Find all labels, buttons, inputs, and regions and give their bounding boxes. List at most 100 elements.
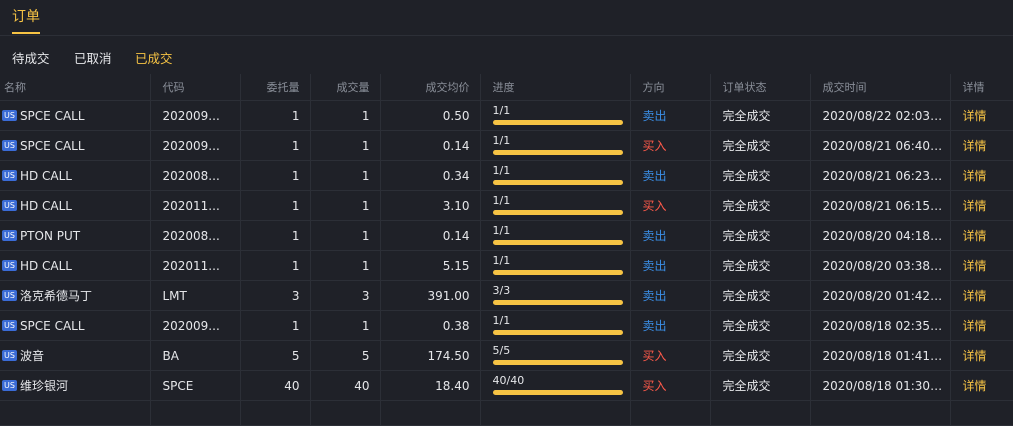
- cell-order-qty: 40: [240, 370, 311, 401]
- table-row[interactable]: US SPCE CALL 202009... 1 1 0.14 1/1 买入 完全成交 2020/…: [0, 130, 1013, 161]
- market-badge: US: [2, 350, 17, 361]
- col-header-filled-qty[interactable]: 成交量: [310, 74, 381, 101]
- empty-row: [0, 400, 1013, 426]
- table-row[interactable]: US PTON PUT 202008... 1 1 0.14 1/1 卖出 完全成交 2020/0…: [0, 220, 1013, 251]
- cell-time: 2020/08/21 06:15:34: [810, 190, 951, 221]
- detail-link[interactable]: 详情: [950, 250, 1013, 281]
- market-badge: US: [2, 169, 17, 181]
- col-header-detail[interactable]: 详情: [950, 74, 1013, 101]
- col-header-side[interactable]: 方向: [630, 74, 711, 101]
- empty-cell: [380, 400, 481, 426]
- detail-link[interactable]: 详情: [950, 310, 1013, 341]
- detail-link[interactable]: 详情: [950, 190, 1013, 221]
- market-badge: US: [2, 380, 17, 391]
- tab-orders[interactable]: 订单: [12, 6, 40, 34]
- instrument-name: HD CALL: [19, 198, 72, 213]
- progress-bar: [492, 270, 623, 275]
- cell-avg-price: 3.10: [380, 190, 481, 221]
- col-header-name[interactable]: 名称: [0, 74, 151, 101]
- col-header-code[interactable]: 代码: [150, 74, 241, 101]
- cell-filled-qty: 1: [310, 100, 381, 131]
- cell-side: 卖出: [630, 100, 711, 131]
- cell-status: 完全成交: [710, 160, 811, 191]
- cell-status: 完全成交: [710, 250, 811, 281]
- table-row[interactable]: US HD CALL 202011... 1 1 3.10 1/1 买入 完全成交 2020/08…: [0, 190, 1013, 221]
- empty-cell: [0, 400, 151, 426]
- cell-side: 买入: [630, 340, 711, 371]
- col-header-progress[interactable]: 进度: [480, 74, 631, 101]
- cell-code: 202009...: [150, 130, 241, 161]
- cell-avg-price: 0.38: [380, 310, 481, 341]
- subtab-cancelled[interactable]: 已取消: [74, 48, 112, 67]
- cell-filled-qty: 1: [310, 250, 381, 281]
- cell-status: 完全成交: [710, 220, 811, 251]
- progress-bar: [492, 300, 623, 305]
- cell-name: US PTON PUT: [0, 220, 151, 251]
- cell-filled-qty: 1: [310, 130, 381, 161]
- col-header-time[interactable]: 成交时间: [810, 74, 951, 101]
- cell-order-qty: 1: [240, 130, 311, 161]
- cell-progress: 1/1: [480, 250, 631, 281]
- detail-link[interactable]: 详情: [950, 160, 1013, 191]
- detail-link[interactable]: 详情: [950, 340, 1013, 371]
- page-header: 订单: [0, 0, 1013, 36]
- cell-status: 完全成交: [710, 100, 811, 131]
- cell-progress: 40/40: [480, 370, 631, 401]
- cell-name: US 洛克希德马丁: [0, 280, 151, 311]
- cell-order-qty: 3: [240, 280, 311, 311]
- subtab-pending[interactable]: 待成交: [12, 48, 50, 67]
- progress-text: 40/40: [492, 374, 525, 387]
- instrument-name: 洛克希德马丁: [19, 289, 92, 303]
- cell-time: 2020/08/20 04:18:18: [810, 220, 951, 251]
- detail-link[interactable]: 详情: [950, 100, 1013, 131]
- market-badge: US: [2, 229, 17, 241]
- cell-name: US HD CALL: [0, 190, 151, 221]
- table-row[interactable]: US HD CALL 202008... 1 1 0.34 1/1 卖出 完全成交 2020/08…: [0, 160, 1013, 191]
- order-subtabs: 待成交 已取消 已成交: [0, 36, 1013, 74]
- col-header-avg-price[interactable]: 成交均价: [380, 74, 481, 101]
- table-row[interactable]: US 波音 BA 5 5 174.50 5/5 买入 完全成交 2020/08/18 01:41:…: [0, 340, 1013, 371]
- detail-link[interactable]: 详情: [950, 370, 1013, 401]
- market-badge: US: [2, 109, 17, 121]
- progress-bar: [492, 330, 623, 335]
- market-badge: US: [2, 199, 17, 211]
- cell-time: 2020/08/18 01:30:22: [810, 370, 951, 401]
- progress-text: 1/1: [492, 164, 511, 177]
- progress-text: 1/1: [492, 224, 511, 237]
- col-header-order-qty[interactable]: 委托量: [240, 74, 311, 101]
- market-badge: US: [2, 139, 17, 151]
- empty-cell: [710, 400, 811, 426]
- detail-link[interactable]: 详情: [950, 280, 1013, 311]
- table-row[interactable]: US 洛克希德马丁 LMT 3 3 391.00 3/3 卖出 完全成交 2020/08/20 0…: [0, 280, 1013, 311]
- cell-side: 买入: [630, 370, 711, 401]
- table-row[interactable]: US SPCE CALL 202009... 1 1 0.50 1/1 卖出 完全成交 2020/…: [0, 100, 1013, 131]
- cell-time: 2020/08/21 06:40:08: [810, 130, 951, 161]
- empty-cell: [240, 400, 311, 426]
- table-row[interactable]: US 维珍银河 SPCE 40 40 18.40 40/40 买入 完全成交 2020/08/18…: [0, 370, 1013, 401]
- cell-order-qty: 1: [240, 160, 311, 191]
- cell-avg-price: 0.14: [380, 130, 481, 161]
- cell-time: 2020/08/22 02:03:43: [810, 100, 951, 131]
- cell-filled-qty: 3: [310, 280, 381, 311]
- cell-time: 2020/08/20 01:42:26: [810, 280, 951, 311]
- progress-text: 5/5: [492, 344, 511, 357]
- progress-bar: [492, 150, 623, 155]
- table-row[interactable]: US HD CALL 202011... 1 1 5.15 1/1 卖出 完全成交 2020/08…: [0, 250, 1013, 281]
- instrument-name: SPCE CALL: [19, 318, 85, 333]
- cell-code: 202008...: [150, 220, 241, 251]
- detail-link[interactable]: 详情: [950, 130, 1013, 161]
- cell-avg-price: 18.40: [380, 370, 481, 401]
- subtab-filled[interactable]: 已成交: [135, 48, 173, 67]
- empty-cell: [950, 400, 1013, 426]
- cell-progress: 1/1: [480, 100, 631, 131]
- cell-filled-qty: 1: [310, 160, 381, 191]
- col-header-status[interactable]: 订单状态: [710, 74, 811, 101]
- table-row[interactable]: US SPCE CALL 202009... 1 1 0.38 1/1 卖出 完全成交 2020/…: [0, 310, 1013, 341]
- detail-link[interactable]: 详情: [950, 220, 1013, 251]
- progress-text: 1/1: [492, 104, 511, 117]
- cell-side: 卖出: [630, 250, 711, 281]
- instrument-name: SPCE CALL: [19, 138, 85, 153]
- cell-progress: 1/1: [480, 220, 631, 251]
- cell-filled-qty: 40: [310, 370, 381, 401]
- cell-name: US HD CALL: [0, 160, 151, 191]
